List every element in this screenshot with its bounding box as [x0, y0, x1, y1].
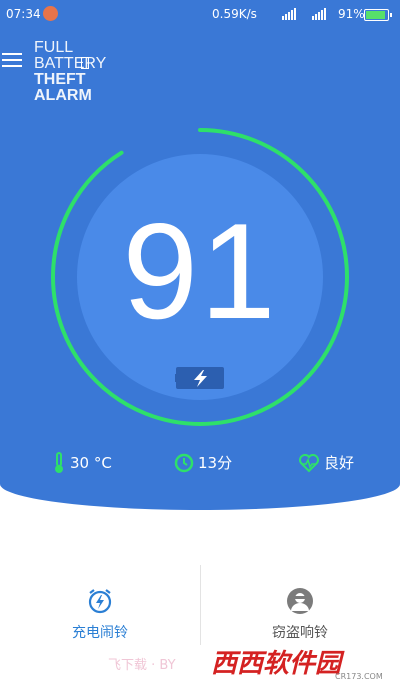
watermark-logo-text: 西西软件园	[211, 649, 342, 679]
menu-icon[interactable]	[2, 53, 22, 67]
tab-divider	[200, 565, 201, 645]
battery-level-number: 91	[122, 195, 278, 347]
charging-battery-icon	[175, 367, 224, 389]
status-battery-icon	[364, 9, 392, 21]
notification-icon	[43, 6, 58, 21]
logo-line-theft: THEFT	[34, 71, 86, 88]
watermark-logo-url: CR173.COM	[335, 672, 383, 681]
alarm-clock-icon	[88, 589, 112, 614]
watermark-text: 飞下载 · BY	[108, 658, 176, 673]
logo-battery-icon	[81, 57, 89, 69]
timer-icon	[174, 453, 194, 472]
logo-line-battery: BATTERY	[34, 55, 107, 72]
thermometer-icon	[55, 452, 63, 473]
app-logo: FULL BATTERY THEFT ALARM	[34, 40, 106, 104]
signal-1-icon	[282, 6, 296, 20]
heart-pulse-icon	[299, 453, 319, 472]
signal-2-icon	[312, 6, 326, 20]
thief-icon	[287, 588, 313, 614]
health-value: 良好	[324, 454, 355, 472]
status-battery-percent: 91%	[338, 7, 365, 21]
status-time: 07:34	[6, 7, 41, 21]
health-stat: 良好	[298, 452, 354, 473]
time-left-stat: 13分	[174, 452, 232, 473]
time-left-value: 13分	[198, 454, 233, 472]
status-bar: 07:34 0.59K/s 91%	[0, 0, 400, 28]
temperature-value: 30 °C	[70, 454, 112, 472]
watermark-logo: 西西软件园 CR173.COM	[205, 637, 399, 687]
tab-charge-alarm-label: 充电闹铃	[72, 625, 128, 641]
logo-line-alarm: ALARM	[34, 87, 92, 104]
network-speed: 0.59K/s	[212, 7, 257, 21]
temperature-stat: 30 °C	[52, 452, 112, 474]
logo-line-full: FULL	[34, 39, 74, 56]
